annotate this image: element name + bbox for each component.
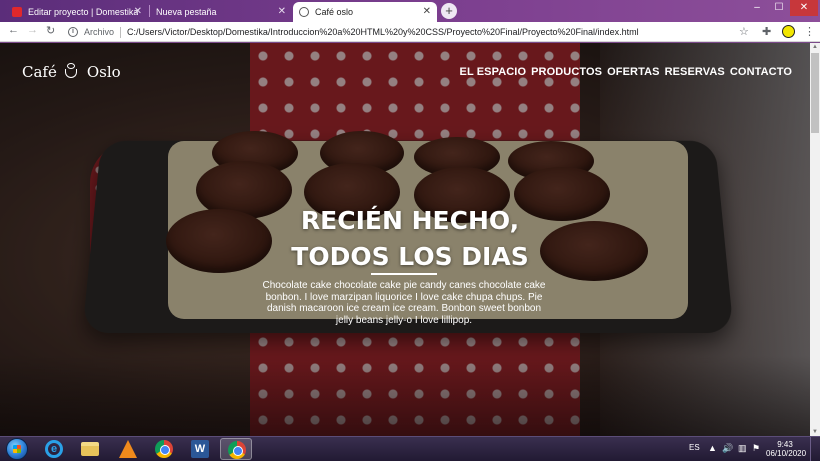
minimize-button[interactable]: – xyxy=(746,0,768,16)
menu-icon[interactable]: ⋮ xyxy=(804,25,815,38)
hero-title-line-1: RECIÉN HECHO, xyxy=(300,206,520,235)
page-scrollbar[interactable]: ▲ ▼ xyxy=(810,43,820,436)
scheme-label: Archivo xyxy=(84,27,115,37)
url-text[interactable]: C:/Users/Victor/Desktop/Domestika/Introd… xyxy=(127,27,639,37)
hero-title: RECIÉN HECHO, TODOS LOS DIAS xyxy=(210,203,610,275)
back-icon[interactable]: ← xyxy=(8,24,19,36)
logo-text-right: Oslo xyxy=(86,63,121,81)
tab-domestika[interactable]: Editar proyecto | Domestika ✕ xyxy=(6,2,148,22)
reload-icon[interactable]: ↻ xyxy=(46,24,55,37)
show-hidden-icons-icon[interactable]: ▲ xyxy=(708,443,717,453)
network-icon[interactable]: ▥ xyxy=(738,443,747,454)
info-icon[interactable]: i xyxy=(68,27,78,37)
vlc-cone-icon xyxy=(119,440,137,458)
taskbar-app-chrome[interactable] xyxy=(148,438,180,460)
hero-paragraph: Chocolate cake chocolate cake pie candy … xyxy=(262,280,546,326)
close-tab-icon[interactable]: ✕ xyxy=(278,6,286,17)
clock-time: 9:43 xyxy=(777,440,793,449)
profile-icon[interactable] xyxy=(782,25,795,38)
hero-divider xyxy=(371,273,437,275)
nav-link-reservas[interactable]: RESERVAS xyxy=(665,66,725,78)
taskbar-app-file-explorer[interactable] xyxy=(74,438,106,460)
windows-taskbar: e W ES ▲ 🔊 ▥ ⚑ 9:43 06/10/2020 xyxy=(0,436,820,461)
main-nav: EL ESPACIO PRODUCTOS OFERTAS RESERVAS CO… xyxy=(460,66,792,78)
logo-text-left: Café xyxy=(22,63,57,81)
nav-link-el-espacio[interactable]: EL ESPACIO xyxy=(460,66,527,78)
hero-title-line-2: TODOS LOS DIAS xyxy=(291,242,529,271)
tab-label: Editar proyecto | Domestika xyxy=(28,7,139,17)
hero-section: Café Oslo EL ESPACIO PRODUCTOS OFERTAS R… xyxy=(0,43,820,436)
domestika-favicon-icon xyxy=(12,7,22,17)
close-tab-icon[interactable]: ✕ xyxy=(423,6,431,17)
site-logo[interactable]: Café Oslo xyxy=(22,63,121,81)
new-tab-button[interactable]: + xyxy=(441,3,457,19)
maximize-button[interactable]: ☐ xyxy=(768,0,790,16)
close-tab-icon[interactable]: ✕ xyxy=(134,6,142,17)
tab-label: Nueva pestaña xyxy=(156,7,217,17)
clock-date: 06/10/2020 xyxy=(766,449,807,458)
coffee-cup-icon xyxy=(63,63,81,80)
word-icon: W xyxy=(191,440,209,458)
browser-tab-strip: Editar proyecto | Domestika ✕ Nueva pest… xyxy=(0,0,820,22)
scrollbar-thumb[interactable] xyxy=(811,53,819,133)
system-clock[interactable]: 9:43 06/10/2020 xyxy=(766,440,807,458)
nav-link-ofertas[interactable]: OFERTAS xyxy=(607,66,659,78)
start-button[interactable] xyxy=(6,438,28,460)
nav-link-productos[interactable]: PRODUCTOS xyxy=(531,66,602,78)
chrome-icon xyxy=(155,440,173,458)
folder-icon xyxy=(81,442,99,456)
address-bar[interactable]: i Archivo C:/Users/Victor/Desktop/Domest… xyxy=(60,24,760,40)
volume-icon[interactable]: 🔊 xyxy=(722,443,733,454)
close-window-button[interactable]: ✕ xyxy=(790,0,818,16)
globe-favicon-icon xyxy=(299,7,309,17)
omnibox-divider xyxy=(120,26,122,38)
browser-toolbar: ← → ↻ i Archivo C:/Users/Victor/Desktop/… xyxy=(0,22,820,42)
taskbar-app-internet-explorer[interactable]: e xyxy=(38,438,70,460)
taskbar-app-chrome-active[interactable] xyxy=(220,438,252,460)
forward-icon[interactable]: → xyxy=(27,24,38,36)
chrome-icon xyxy=(228,441,246,459)
taskbar-app-vlc[interactable] xyxy=(112,438,144,460)
show-desktop-button[interactable] xyxy=(810,437,820,461)
taskbar-app-word[interactable]: W xyxy=(184,438,216,460)
language-indicator[interactable]: ES xyxy=(689,443,700,452)
tab-cafe-oslo[interactable]: Café oslo ✕ xyxy=(293,2,437,22)
scroll-up-icon[interactable]: ▲ xyxy=(811,44,819,50)
scroll-down-icon[interactable]: ▼ xyxy=(811,429,819,435)
tab-new-tab[interactable]: Nueva pestaña ✕ xyxy=(150,2,292,22)
action-center-icon[interactable]: ⚑ xyxy=(752,443,760,454)
internet-explorer-icon: e xyxy=(45,440,63,458)
bottom-fade xyxy=(0,356,820,436)
star-icon[interactable]: ☆ xyxy=(739,25,749,38)
nav-link-contacto[interactable]: CONTACTO xyxy=(730,66,792,78)
extensions-icon[interactable]: ✚ xyxy=(762,25,771,38)
tab-label: Café oslo xyxy=(315,7,354,17)
